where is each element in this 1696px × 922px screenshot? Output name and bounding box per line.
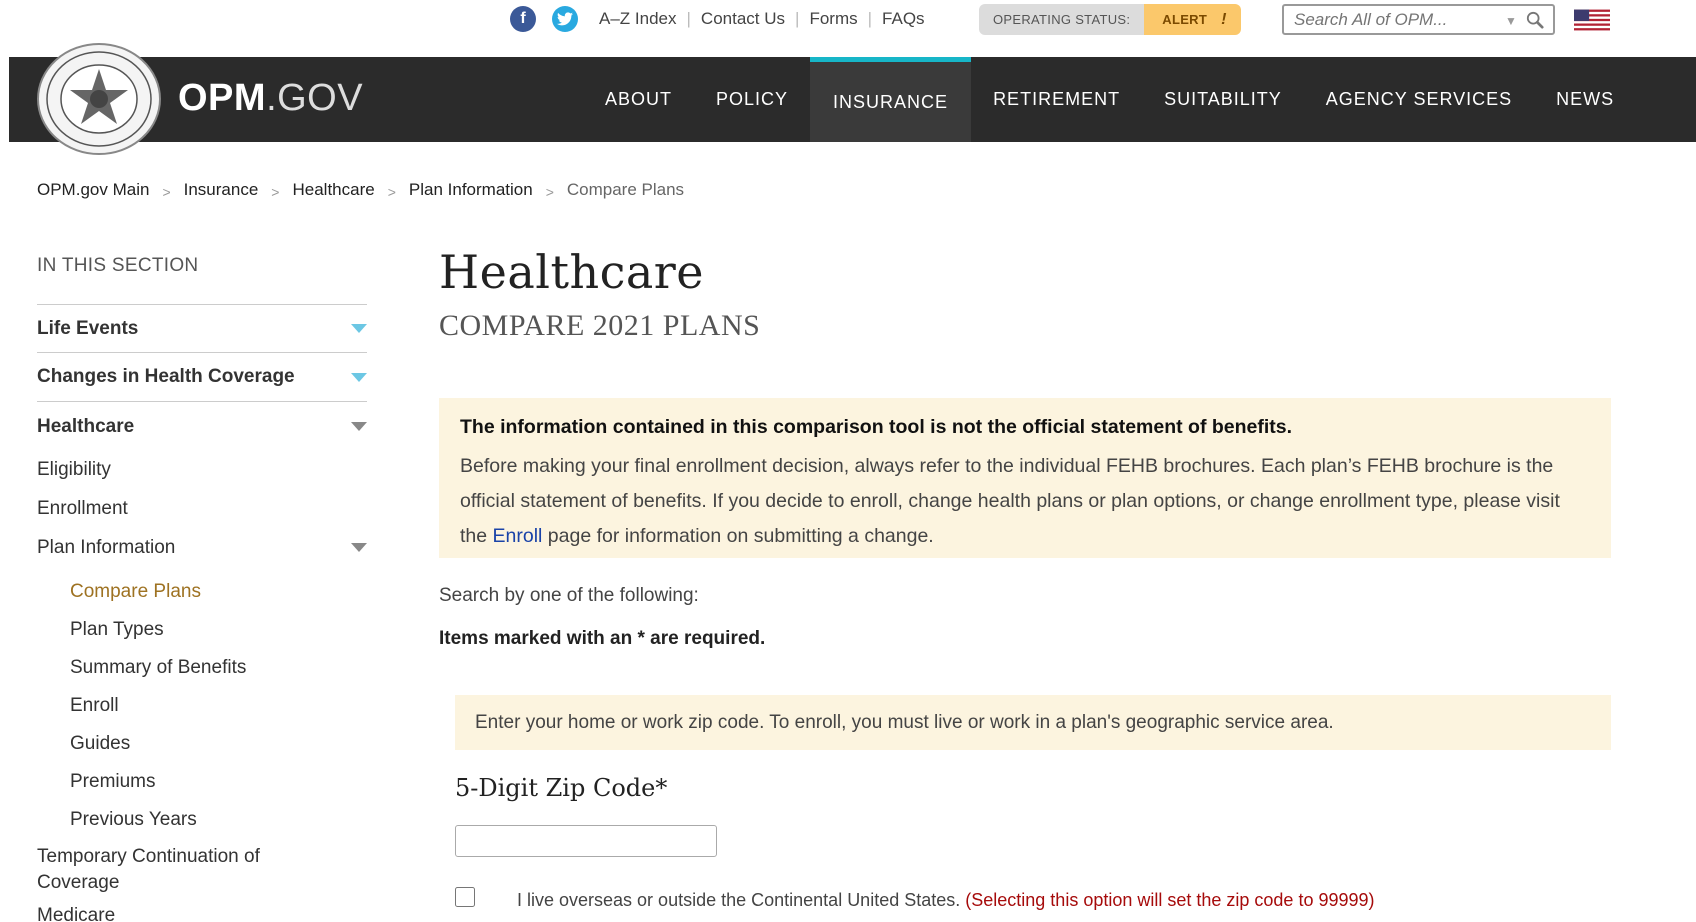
sidebar-sub-premiums[interactable]: Premiums <box>37 763 367 801</box>
alert-label: ALERT <box>1162 12 1208 27</box>
breadcrumb-item[interactable]: Insurance <box>184 180 259 200</box>
overseas-checkbox[interactable] <box>455 887 475 907</box>
site-brand[interactable]: OPM.GOV <box>178 77 363 120</box>
breadcrumb-item[interactable]: Plan Information <box>409 180 533 200</box>
opm-seal-logo[interactable] <box>36 42 162 156</box>
collapse-arrow-icon[interactable] <box>351 543 367 552</box>
facebook-icon[interactable]: f <box>510 6 536 32</box>
breadcrumb-item[interactable]: OPM.gov Main <box>37 180 149 200</box>
site-search: ▼ <box>1282 4 1555 35</box>
notice-body-end: page for information on submitting a cha… <box>542 525 934 547</box>
sidebar-item-eligibility[interactable]: Eligibility <box>37 451 367 489</box>
sidebar-item-label: Healthcare <box>37 415 135 437</box>
overseas-warning: (Selecting this option will set the zip … <box>965 890 1375 910</box>
brand-opm: OPM <box>178 77 267 119</box>
page-title: Healthcare <box>439 245 704 299</box>
sidebar-sub-plan-types[interactable]: Plan Types <box>37 611 367 649</box>
disclaimer-notice: The information contained in this compar… <box>439 398 1611 558</box>
nav-suitability[interactable]: Suitability <box>1142 57 1304 142</box>
az-index-link[interactable]: A–Z Index <box>599 9 677 29</box>
sidebar-sub-previous-years[interactable]: Previous Years <box>37 801 367 839</box>
sidebar-item-temporary-continuation[interactable]: Temporary Continuation of Coverage <box>37 839 287 896</box>
overseas-label[interactable]: I live overseas or outside the Continent… <box>517 890 1375 911</box>
utility-links: A–Z Index | Contact Us | Forms | FAQs <box>599 9 925 29</box>
divider: | <box>686 9 691 28</box>
nav-news[interactable]: News <box>1534 57 1636 142</box>
collapse-arrow-icon[interactable] <box>351 422 367 431</box>
zip-instructions: Enter your home or work zip code. To enr… <box>455 695 1611 750</box>
enroll-link[interactable]: Enroll <box>493 525 543 547</box>
sidebar-item-healthcare[interactable]: Healthcare <box>37 402 367 451</box>
nav-agency-services[interactable]: Agency Services <box>1304 57 1534 142</box>
zip-code-input[interactable] <box>455 825 717 857</box>
main-nav: About Policy Insurance Retirement Suitab… <box>583 57 1636 142</box>
page-subtitle: COMPARE 2021 PLANS <box>439 309 761 342</box>
sidebar-sub-guides[interactable]: Guides <box>37 725 367 763</box>
sidebar-heading: IN THIS SECTION <box>37 255 367 305</box>
utility-bar: f A–Z Index | Contact Us | Forms | FAQs … <box>0 0 1696 40</box>
sidebar-item-life-events[interactable]: Life Events <box>37 305 367 353</box>
expand-arrow-icon[interactable] <box>351 372 367 382</box>
breadcrumb-current: Compare Plans <box>566 180 685 199</box>
us-flag-icon[interactable] <box>1574 9 1610 31</box>
breadcrumb: OPM.gov Main > Insurance > Healthcare > … <box>37 180 684 200</box>
contact-us-link[interactable]: Contact Us <box>701 9 785 29</box>
faqs-link[interactable]: FAQs <box>882 9 925 29</box>
sidebar-item-changes[interactable]: Changes in Health Coverage <box>37 353 367 402</box>
expand-arrow-icon[interactable] <box>351 324 367 333</box>
sidebar-sub-enroll[interactable]: Enroll <box>37 687 367 725</box>
search-icon[interactable] <box>1526 11 1544 29</box>
nav-retirement[interactable]: Retirement <box>971 57 1142 142</box>
notice-heading: The information contained in this compar… <box>460 416 1293 438</box>
breadcrumb-separator: > <box>271 184 280 200</box>
operating-status-alert[interactable]: ALERT ! <box>1144 4 1241 35</box>
divider: | <box>867 9 873 28</box>
breadcrumb-item[interactable]: Healthcare <box>292 180 374 200</box>
social-links: f <box>510 6 578 32</box>
sidebar-item-label: Life Events <box>37 317 139 339</box>
forms-link[interactable]: Forms <box>809 9 857 29</box>
breadcrumb-separator: > <box>162 184 171 200</box>
operating-status[interactable]: OPERATING STATUS: ALERT ! <box>979 4 1241 35</box>
sidebar-item-enrollment[interactable]: Enrollment <box>37 489 367 529</box>
main-content: Healthcare COMPARE 2021 PLANS The inform… <box>439 245 1611 910</box>
nav-policy[interactable]: Policy <box>694 57 810 142</box>
section-sidebar: IN THIS SECTION Life Events Changes in H… <box>37 255 367 922</box>
nav-about[interactable]: About <box>583 57 694 142</box>
exclamation-icon: ! <box>1221 10 1227 28</box>
overseas-label-text: I live overseas or outside the Continent… <box>517 890 961 910</box>
search-input[interactable] <box>1284 9 1484 30</box>
nav-insurance[interactable]: Insurance <box>810 57 972 142</box>
sidebar-sub-summary-of-benefits[interactable]: Summary of Benefits <box>37 649 367 687</box>
twitter-icon[interactable] <box>552 6 578 32</box>
breadcrumb-separator: > <box>387 184 396 200</box>
operating-status-label: OPERATING STATUS: <box>979 4 1145 35</box>
breadcrumb-separator: > <box>545 184 554 200</box>
sidebar-item-label: Plan Information <box>37 536 176 558</box>
brand-gov: .GOV <box>266 77 364 119</box>
sidebar-item-label: Changes in Health Coverage <box>37 366 295 387</box>
sidebar-sub-compare-plans[interactable]: Compare Plans <box>37 573 367 611</box>
search-intro: Search by one of the following: <box>439 585 699 606</box>
sidebar-item-plan-information[interactable]: Plan Information <box>37 529 367 566</box>
required-note: Items marked with an * are required. <box>439 628 766 649</box>
divider: | <box>795 9 800 28</box>
chevron-down-icon[interactable]: ▼ <box>1505 14 1517 28</box>
sidebar-item-medicare[interactable]: Medicare <box>37 896 367 922</box>
zip-code-label: 5-Digit Zip Code* <box>455 774 668 802</box>
